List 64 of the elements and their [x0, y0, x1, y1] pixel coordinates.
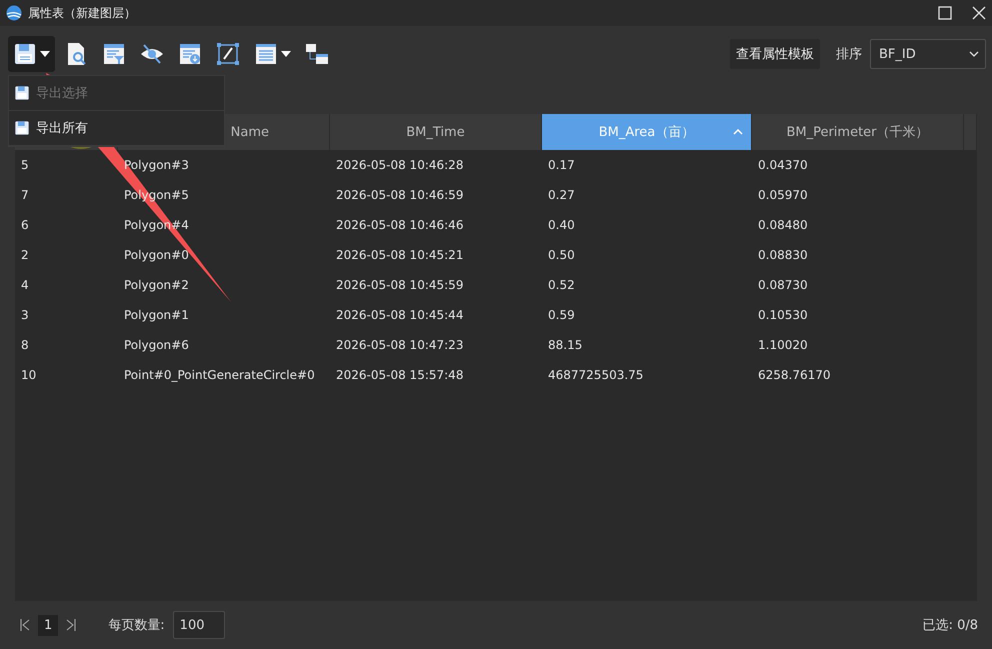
table-cell-text: Polygon#2: [123, 278, 190, 292]
chevron-down-icon: [969, 51, 979, 57]
table-cell-text: 0.05970: [757, 188, 809, 202]
table-cell-text: Polygon#6: [123, 338, 190, 352]
list-icon: [254, 42, 278, 66]
table-cell-text: 6258.76170: [757, 368, 832, 382]
table-cell-text: 10: [20, 368, 38, 382]
table-cell-text: 0.27: [547, 188, 576, 202]
table-cell-text: 2026-05-08 10:46:28: [335, 158, 464, 172]
document-download-icon: [178, 42, 202, 66]
table-cell-text: 88.15: [547, 338, 584, 352]
table-cell-text: 2026-05-08 10:47:23: [335, 338, 464, 352]
table-cell-text: 0.08830: [757, 248, 809, 262]
table-cell-text: 8: [20, 338, 30, 352]
table-cell-text: 2026-05-08 10:46:46: [335, 218, 464, 232]
menu-item[interactable]: 导出所有: [9, 111, 224, 146]
per-page-label: 每页数量:: [108, 617, 165, 634]
filter-list-icon: [102, 42, 126, 66]
view-template-button[interactable]: 查看属性模板: [730, 39, 820, 69]
table-cell-text: 2026-05-08 10:45:59: [335, 278, 464, 292]
table-cell-text: 0.52: [547, 278, 576, 292]
last-page-icon[interactable]: [66, 619, 76, 631]
close-icon[interactable]: [972, 6, 986, 20]
sort-ascending-icon: [733, 129, 743, 135]
toolbar-button[interactable]: [8, 36, 55, 72]
selected-count: 已选: 0/8: [922, 617, 978, 634]
table-cell-text: 0.08480: [757, 218, 809, 232]
edit-frame-icon: [216, 42, 240, 66]
caret-icon: [281, 51, 291, 57]
table-cell-text: 2: [20, 248, 30, 262]
table-cell-text: 5: [20, 158, 30, 172]
table-cell-text: Polygon#0: [123, 248, 190, 262]
hierarchy-icon: [305, 42, 329, 66]
table-cell-text: 2026-05-08 10:45:44: [335, 308, 464, 322]
table-cell-text: Point#0_PointGenerateCircle#0: [123, 368, 316, 382]
table-cell-text: 7: [20, 188, 30, 202]
table-cell-text: 0.17: [547, 158, 576, 172]
table-cell-text: 4687725503.75: [547, 368, 644, 382]
maximize-icon[interactable]: [938, 6, 952, 20]
table-cell-text: 0.08730: [757, 278, 809, 292]
sort-select[interactable]: BF_ID: [870, 39, 986, 69]
table-cell-text: 6: [20, 218, 30, 232]
caret-icon: [40, 51, 50, 57]
table-cell-text: 2026-05-08 10:46:59: [335, 188, 464, 202]
table-cell-text: 2026-05-08 15:57:48: [335, 368, 464, 382]
sort-value: BF_ID: [879, 46, 916, 62]
table-cell-text: 4: [20, 278, 30, 292]
table-cell-text: 0.59: [547, 308, 576, 322]
column-header[interactable]: BM_Perimeter（千米）: [752, 114, 964, 150]
app-logo-icon: [6, 5, 22, 21]
table-cell-text: 3: [20, 308, 30, 322]
window-title: 属性表（新建图层）: [28, 4, 136, 22]
table-cell-text: 0.04370: [757, 158, 809, 172]
first-page-icon[interactable]: [20, 619, 30, 631]
table-cell-text: 0.10530: [757, 308, 809, 322]
sort-label: 排序: [836, 46, 862, 63]
crossed-eye-icon: [140, 42, 164, 66]
table-cell-text: 1.10020: [757, 338, 809, 352]
table-cell-text: Polygon#1: [123, 308, 190, 322]
table-cell-text: 0.40: [547, 218, 576, 232]
table-cell-text: 2026-05-08 10:45:21: [335, 248, 464, 262]
page-number[interactable]: 1: [38, 614, 58, 636]
per-page-field[interactable]: 100: [172, 611, 225, 639]
table-cell-text: 0.50: [547, 248, 576, 262]
